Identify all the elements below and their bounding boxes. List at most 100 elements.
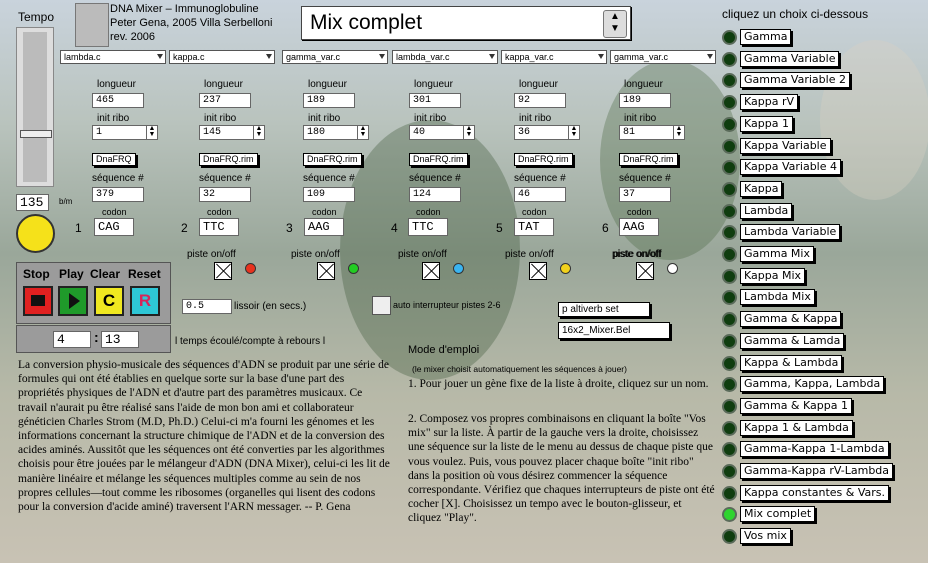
piste-toggle-3[interactable] [422, 262, 440, 280]
choice-button[interactable]: Gamma, Kappa, Lambda [740, 376, 885, 393]
track-index: 5 [496, 221, 503, 235]
tempo-value[interactable]: 135 [16, 194, 49, 211]
codon-value-1[interactable]: CAG [94, 218, 134, 236]
piste-toggle-5[interactable] [636, 262, 654, 280]
choice-button[interactable]: Kappa & Lambda [740, 354, 843, 371]
piste-toggle-1[interactable] [214, 262, 232, 280]
stop-label: Stop [23, 267, 50, 281]
auto-switch-checkbox[interactable] [372, 296, 391, 315]
ribo-stepper-icon[interactable]: ▲ ▼ [357, 125, 369, 140]
play-button[interactable] [58, 286, 88, 316]
file-message-3[interactable]: DnaFRQ.rim [303, 153, 362, 166]
choose-label: cliquez un choix ci-dessous [722, 7, 869, 21]
piste-toggle-4[interactable] [529, 262, 547, 280]
length-value-3[interactable]: 189 [303, 93, 355, 108]
choice-button[interactable]: Gamma & Kappa [740, 311, 842, 328]
gene-select-6[interactable]: gamma_var.c [610, 50, 716, 64]
piste-toggle-2[interactable] [317, 262, 335, 280]
ribo-stepper-icon[interactable]: ▲ ▼ [673, 125, 685, 140]
ribo-stepper-icon[interactable]: ▲ ▼ [146, 125, 158, 140]
choice-button[interactable]: Gamma-Kappa rV-Lambda [740, 463, 894, 479]
codon-value-5[interactable]: TAT [514, 218, 554, 236]
gene-select-value: gamma_var.c [614, 52, 669, 62]
chevron-down-icon [598, 54, 604, 59]
file-message-1[interactable]: DnaFRQ [92, 153, 136, 166]
seq-value-6[interactable]: 37 [619, 187, 671, 202]
track-index: 4 [391, 221, 398, 235]
length-label: longueur [204, 79, 243, 90]
mixer-message[interactable]: 16x2_Mixer.Bel [558, 322, 670, 339]
choice-button[interactable]: Kappa 1 & Lambda [740, 419, 853, 436]
choice-indicator-icon [722, 51, 737, 67]
length-value-4[interactable]: 301 [409, 93, 461, 108]
chevron-down-icon [157, 54, 163, 59]
tempo-slider-thumb[interactable] [20, 129, 52, 138]
altiverb-message[interactable]: p altiverb set [558, 302, 650, 317]
seq-value-1[interactable]: 379 [92, 187, 144, 202]
gene-select-1[interactable]: lambda.c [60, 50, 166, 64]
choice-button[interactable]: Vos mix [740, 528, 791, 545]
choice-button[interactable]: Kappa [740, 180, 783, 197]
codon-value-2[interactable]: TTC [199, 218, 239, 236]
ribo-label: init ribo [97, 113, 130, 124]
seq-value-5[interactable]: 46 [514, 187, 566, 202]
piste-led-3 [453, 263, 464, 274]
choice-button[interactable]: Kappa Mix [740, 267, 806, 284]
choice-button[interactable]: Kappa 1 [740, 115, 793, 132]
choice-button[interactable]: Gamma [740, 29, 792, 45]
choice-button[interactable]: Gamma Variable [740, 50, 840, 67]
gene-select-3[interactable]: gamma_var.c [282, 50, 388, 64]
length-value-1[interactable]: 465 [92, 93, 144, 108]
ribo-stepper-icon[interactable]: ▲ ▼ [253, 125, 265, 140]
file-message-2[interactable]: DnaFRQ.rim [199, 153, 258, 166]
tempo-slider[interactable] [16, 27, 54, 187]
choice-button[interactable]: Gamma & Lamda [740, 332, 845, 349]
piste-led-1 [245, 263, 256, 274]
choice-button[interactable]: Lambda Mix [740, 289, 815, 306]
choice-button[interactable]: Lambda [740, 202, 793, 219]
file-message-6[interactable]: DnaFRQ.rim [619, 153, 678, 166]
choice-indicator-icon [722, 181, 737, 197]
clear-button[interactable]: C [94, 286, 124, 316]
length-value-6[interactable]: 189 [619, 93, 671, 108]
ribo-stepper-icon[interactable]: ▲ ▼ [463, 125, 475, 140]
file-message-5[interactable]: DnaFRQ.rim [514, 153, 573, 166]
reset-button[interactable]: R [130, 286, 160, 316]
lissoir-input[interactable]: 0.5 [182, 299, 232, 314]
chevron-down-icon [707, 54, 713, 59]
codon-value-4[interactable]: TTC [408, 218, 448, 236]
choice-indicator-icon [722, 398, 737, 414]
choice-button[interactable]: Gamma Variable 2 [740, 72, 850, 89]
gene-select-2[interactable]: kappa.c [169, 50, 275, 64]
ribo-stepper-icon[interactable]: ▲ ▼ [568, 125, 580, 140]
choice-button[interactable]: Mix complet [740, 506, 816, 523]
length-label: longueur [414, 79, 453, 90]
choice-button[interactable]: Gamma-Kappa 1-Lambda [740, 441, 889, 458]
choice-button[interactable]: Kappa Variable [740, 137, 831, 154]
choice-button[interactable]: Kappa rV [740, 94, 799, 111]
choice-button[interactable]: Kappa constantes & Vars. [740, 484, 890, 501]
choice-button[interactable]: Gamma Mix [740, 246, 814, 262]
play-label: Play [59, 267, 84, 281]
seq-value-4[interactable]: 124 [409, 187, 461, 202]
gene-select-5[interactable]: kappa_var.c [501, 50, 607, 64]
stop-button[interactable] [23, 286, 53, 316]
seconds-value[interactable]: 13 [101, 331, 139, 348]
length-value-5[interactable]: 92 [514, 93, 566, 108]
codon-value-6[interactable]: AAG [619, 218, 659, 236]
choice-button[interactable]: Gamma & Kappa 1 [740, 397, 852, 414]
seq-value-2[interactable]: 32 [199, 187, 251, 202]
seq-value-3[interactable]: 109 [303, 187, 355, 202]
choice-indicator-icon [722, 377, 737, 393]
choice-button[interactable]: Lambda Variable [740, 224, 841, 241]
mode-note: (le mixer choisit automatiquement les sé… [412, 364, 627, 374]
tempo-unit: b/m [59, 197, 73, 206]
file-message-4[interactable]: DnaFRQ.rim [409, 153, 468, 166]
gene-select-4[interactable]: lambda_var.c [392, 50, 498, 64]
minutes-value[interactable]: 4 [53, 331, 91, 348]
choice-button[interactable]: Kappa Variable 4 [740, 159, 841, 176]
mix-selector-arrows-icon[interactable]: ▲ ▼ [603, 10, 627, 38]
length-value-2[interactable]: 237 [199, 93, 251, 108]
mix-selector[interactable]: Mix complet ▲ ▼ [301, 6, 631, 40]
codon-value-3[interactable]: AAG [304, 218, 344, 236]
